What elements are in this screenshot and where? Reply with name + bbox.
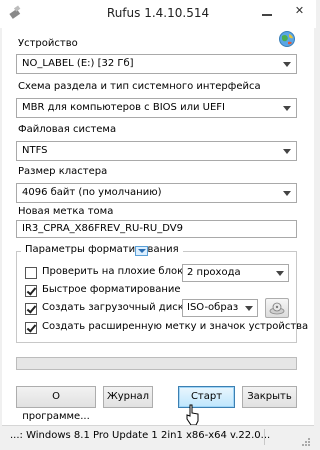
- log-button[interactable]: Журнал: [103, 386, 153, 408]
- bootable-checkbox[interactable]: [25, 303, 37, 315]
- about-button[interactable]: О программе...: [16, 386, 96, 422]
- status-text: ...: Windows 8.1 Pro Update 1 2in1 x86-x…: [10, 430, 271, 441]
- close-button[interactable]: Закрыть: [242, 386, 297, 408]
- progress-bar: [16, 357, 297, 370]
- bad-blocks-label: Проверить на плохие блоки:: [42, 266, 194, 277]
- filesystem-label: Файловая система: [18, 124, 117, 135]
- cursor-icon: [186, 404, 199, 426]
- bad-blocks-checkbox[interactable]: [25, 267, 37, 279]
- chevron-down-icon: [283, 106, 291, 111]
- format-options-title: Параметры форматирования: [21, 244, 183, 255]
- filesystem-value: NTFS: [22, 145, 48, 156]
- partition-select[interactable]: MBR для компьютеров с BIOS или UEFI: [16, 98, 297, 118]
- status-separator: [264, 429, 265, 445]
- device-value: NO_LABEL (E:) [32 Гб]: [22, 58, 134, 69]
- cluster-label: Размер кластера: [18, 166, 108, 177]
- chevron-down-icon: [283, 191, 291, 196]
- boot-type-select[interactable]: ISO-образ: [182, 299, 258, 317]
- partition-label: Схема раздела и тип системного интерфейс…: [18, 81, 261, 92]
- globe-icon[interactable]: [278, 30, 296, 48]
- passes-value: 2 прохода: [187, 267, 241, 278]
- quick-format-label: Быстрое форматирование: [42, 284, 181, 295]
- chevron-down-icon: [283, 62, 291, 67]
- close-window-button[interactable]: ✕: [283, 0, 316, 22]
- select-image-button[interactable]: [265, 298, 289, 318]
- filesystem-select[interactable]: NTFS: [16, 141, 297, 161]
- expand-options-button[interactable]: [135, 246, 148, 256]
- device-select[interactable]: NO_LABEL (E:) [32 Гб]: [16, 54, 297, 74]
- chevron-down-icon: [276, 271, 284, 276]
- chevron-down-icon: [283, 149, 291, 154]
- minimize-button[interactable]: [252, 0, 282, 22]
- bootable-label: Создать загрузочный диск:: [42, 302, 188, 313]
- volume-label-input[interactable]: IR3_CPRA_X86FREV_RU-RU_DV9: [16, 220, 297, 238]
- device-label: Устройство: [18, 38, 78, 49]
- boot-type-value: ISO-образ: [187, 302, 239, 313]
- disc-drive-icon: [269, 302, 285, 315]
- extended-label-checkbox[interactable]: [25, 322, 37, 334]
- cluster-value: 4096 байт (по умолчанию): [22, 187, 162, 198]
- cluster-select[interactable]: 4096 байт (по умолчанию): [16, 183, 297, 203]
- status-bar: ...: Windows 8.1 Pro Update 1 2in1 x86-x…: [2, 425, 314, 449]
- resize-grip-icon[interactable]: [301, 437, 311, 447]
- title-bar: Rufus 1.4.10.514 ✕: [0, 0, 316, 28]
- minimize-icon: [262, 14, 272, 16]
- partition-value: MBR для компьютеров с BIOS или UEFI: [22, 102, 225, 113]
- passes-select[interactable]: 2 прохода: [182, 264, 289, 282]
- extended-label-label: Создать расширенную метку и значок устро…: [42, 321, 309, 332]
- quick-format-checkbox[interactable]: [25, 285, 37, 297]
- volume-label: Новая метка тома: [18, 206, 114, 217]
- chevron-down-icon: [245, 306, 253, 311]
